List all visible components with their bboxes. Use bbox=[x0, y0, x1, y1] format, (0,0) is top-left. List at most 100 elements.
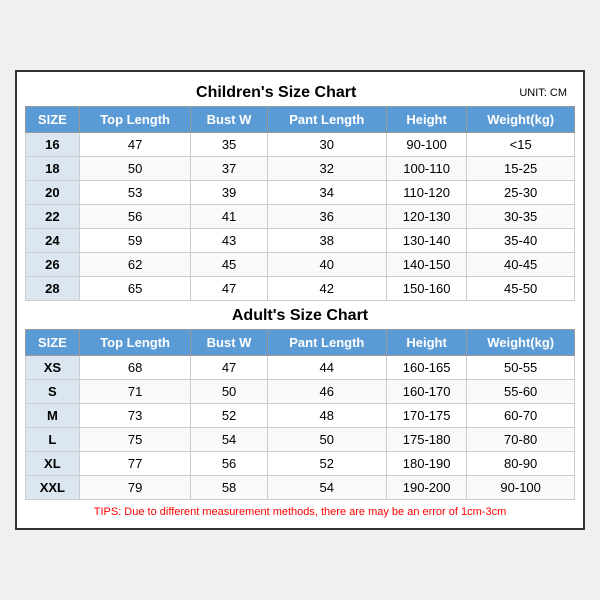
table-cell: 47 bbox=[191, 356, 267, 380]
table-cell: 53 bbox=[79, 181, 191, 205]
children-col-bustw: Bust W bbox=[191, 107, 267, 133]
table-cell: M bbox=[26, 404, 80, 428]
table-cell: 45-50 bbox=[467, 277, 575, 301]
table-cell: 50 bbox=[79, 157, 191, 181]
table-cell: <15 bbox=[467, 133, 575, 157]
table-cell: 79 bbox=[79, 476, 191, 500]
table-cell: 35 bbox=[191, 133, 267, 157]
table-cell: 150-160 bbox=[386, 277, 466, 301]
table-cell: 52 bbox=[267, 452, 386, 476]
table-row: M735248170-17560-70 bbox=[26, 404, 575, 428]
table-cell: 77 bbox=[79, 452, 191, 476]
table-cell: 68 bbox=[79, 356, 191, 380]
table-cell: 50 bbox=[267, 428, 386, 452]
table-row: 26624540140-15040-45 bbox=[26, 253, 575, 277]
table-cell: 40 bbox=[267, 253, 386, 277]
table-row: XXL795854190-20090-100 bbox=[26, 476, 575, 500]
table-cell: 15-25 bbox=[467, 157, 575, 181]
adult-title-container: Adult's Size Chart bbox=[25, 301, 575, 329]
children-table: SIZE Top Length Bust W Pant Length Heigh… bbox=[25, 106, 575, 301]
table-cell: 48 bbox=[267, 404, 386, 428]
children-col-size: SIZE bbox=[26, 107, 80, 133]
table-cell: 47 bbox=[79, 133, 191, 157]
table-cell: 60-70 bbox=[467, 404, 575, 428]
table-cell: 18 bbox=[26, 157, 80, 181]
table-cell: 50 bbox=[191, 380, 267, 404]
adult-col-toplength: Top Length bbox=[79, 330, 191, 356]
table-cell: 59 bbox=[79, 229, 191, 253]
adult-col-size: SIZE bbox=[26, 330, 80, 356]
table-cell: 56 bbox=[79, 205, 191, 229]
table-cell: 37 bbox=[191, 157, 267, 181]
table-cell: 50-55 bbox=[467, 356, 575, 380]
table-cell: L bbox=[26, 428, 80, 452]
table-row: XL775652180-19080-90 bbox=[26, 452, 575, 476]
table-row: 1647353090-100<15 bbox=[26, 133, 575, 157]
table-cell: 47 bbox=[191, 277, 267, 301]
table-cell: 120-130 bbox=[386, 205, 466, 229]
table-cell: 41 bbox=[191, 205, 267, 229]
table-cell: 170-175 bbox=[386, 404, 466, 428]
table-cell: 34 bbox=[267, 181, 386, 205]
table-cell: 24 bbox=[26, 229, 80, 253]
table-cell: 73 bbox=[79, 404, 191, 428]
table-cell: 30 bbox=[267, 133, 386, 157]
table-cell: 42 bbox=[267, 277, 386, 301]
table-cell: XL bbox=[26, 452, 80, 476]
table-cell: 45 bbox=[191, 253, 267, 277]
adult-col-height: Height bbox=[386, 330, 466, 356]
table-cell: 70-80 bbox=[467, 428, 575, 452]
table-cell: 39 bbox=[191, 181, 267, 205]
table-cell: 58 bbox=[191, 476, 267, 500]
table-cell: S bbox=[26, 380, 80, 404]
table-cell: 140-150 bbox=[386, 253, 466, 277]
table-cell: 80-90 bbox=[467, 452, 575, 476]
table-cell: 110-120 bbox=[386, 181, 466, 205]
table-cell: 44 bbox=[267, 356, 386, 380]
table-cell: 130-140 bbox=[386, 229, 466, 253]
adult-col-pantlength: Pant Length bbox=[267, 330, 386, 356]
table-cell: XXL bbox=[26, 476, 80, 500]
children-col-toplength: Top Length bbox=[79, 107, 191, 133]
table-cell: 36 bbox=[267, 205, 386, 229]
table-cell: 38 bbox=[267, 229, 386, 253]
children-title-row: Children's Size Chart UNIT: CM bbox=[25, 80, 575, 106]
table-cell: 56 bbox=[191, 452, 267, 476]
table-row: S715046160-17055-60 bbox=[26, 380, 575, 404]
table-cell: 30-35 bbox=[467, 205, 575, 229]
children-col-weight: Weight(kg) bbox=[467, 107, 575, 133]
tips-text: TIPS: Due to different measurement metho… bbox=[25, 500, 575, 520]
adult-col-bustw: Bust W bbox=[191, 330, 267, 356]
table-cell: 35-40 bbox=[467, 229, 575, 253]
table-cell: 90-100 bbox=[386, 133, 466, 157]
table-row: L755450175-18070-80 bbox=[26, 428, 575, 452]
adult-table: SIZE Top Length Bust W Pant Length Heigh… bbox=[25, 329, 575, 500]
table-cell: XS bbox=[26, 356, 80, 380]
table-cell: 22 bbox=[26, 205, 80, 229]
table-cell: 160-165 bbox=[386, 356, 466, 380]
chart-container: Children's Size Chart UNIT: CM SIZE Top … bbox=[15, 70, 585, 530]
table-cell: 100-110 bbox=[386, 157, 466, 181]
table-cell: 25-30 bbox=[467, 181, 575, 205]
table-cell: 71 bbox=[79, 380, 191, 404]
table-row: 20533934110-12025-30 bbox=[26, 181, 575, 205]
table-row: XS684744160-16550-55 bbox=[26, 356, 575, 380]
adult-chart-title: Adult's Size Chart bbox=[232, 307, 368, 324]
table-cell: 55-60 bbox=[467, 380, 575, 404]
table-row: 18503732100-11015-25 bbox=[26, 157, 575, 181]
table-cell: 190-200 bbox=[386, 476, 466, 500]
table-cell: 16 bbox=[26, 133, 80, 157]
table-cell: 90-100 bbox=[467, 476, 575, 500]
table-row: 24594338130-14035-40 bbox=[26, 229, 575, 253]
table-cell: 160-170 bbox=[386, 380, 466, 404]
table-cell: 20 bbox=[26, 181, 80, 205]
adult-header-row: SIZE Top Length Bust W Pant Length Heigh… bbox=[26, 330, 575, 356]
children-chart-title: Children's Size Chart bbox=[33, 84, 519, 102]
table-cell: 65 bbox=[79, 277, 191, 301]
table-cell: 180-190 bbox=[386, 452, 466, 476]
unit-label: UNIT: CM bbox=[519, 87, 567, 99]
table-cell: 75 bbox=[79, 428, 191, 452]
table-cell: 46 bbox=[267, 380, 386, 404]
children-header-row: SIZE Top Length Bust W Pant Length Heigh… bbox=[26, 107, 575, 133]
table-cell: 52 bbox=[191, 404, 267, 428]
